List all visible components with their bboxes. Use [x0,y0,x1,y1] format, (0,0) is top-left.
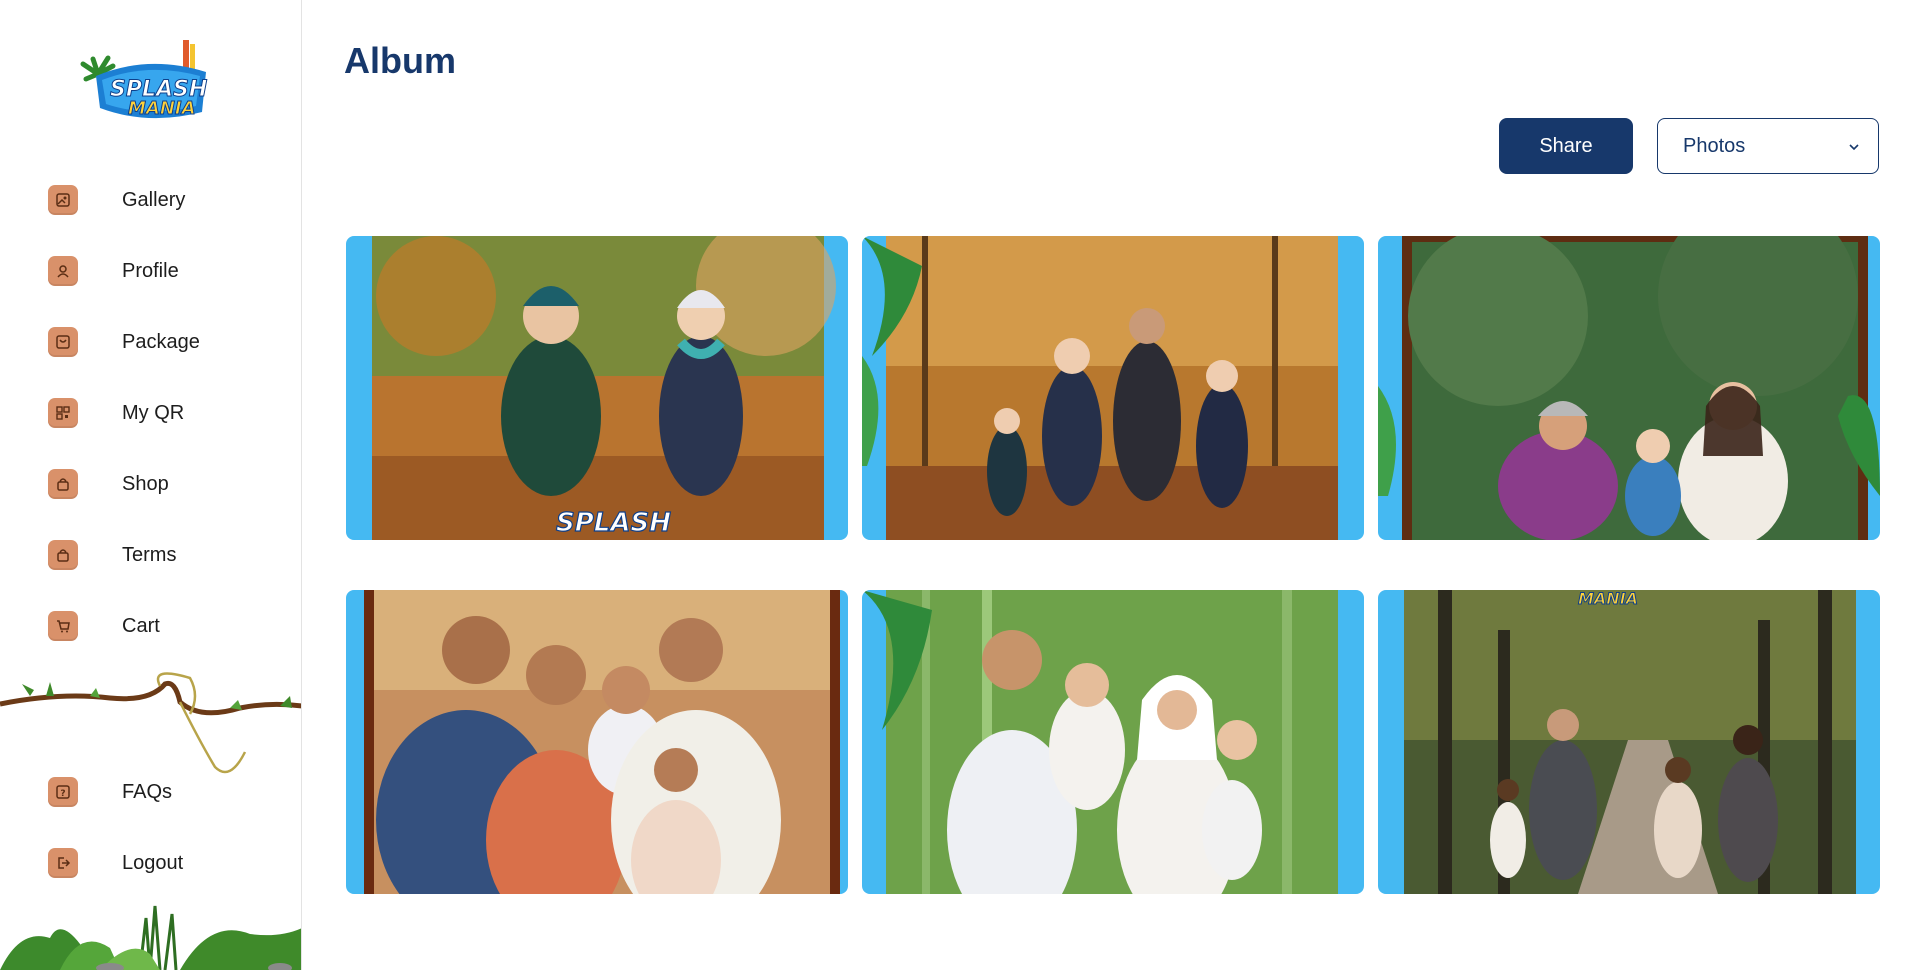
sidebar-item-label: Shop [122,472,169,495]
main-content: Album Share Photos SPLASH MANIA [302,0,1920,970]
photo-image: MANIA [1378,590,1880,894]
chevron-down-icon [1849,144,1859,151]
qr-icon [48,398,78,428]
album-photo-1[interactable]: SPLASH [346,236,848,540]
svg-text:?: ? [60,789,65,799]
terms-icon [48,540,78,570]
sidebar-item-label: Package [122,330,200,353]
sidebar-item-label: My QR [122,401,185,424]
select-value: Photos [1683,134,1746,157]
svg-text:MANIA: MANIA [1578,590,1638,608]
media-type-select[interactable]: Photos [1657,118,1879,174]
sidebar-item-label: Profile [122,259,179,282]
sidebar-item-shop[interactable]: Shop [48,462,278,506]
album-photo-4[interactable] [346,590,848,894]
sidebar-item-profile[interactable]: Profile [48,249,278,293]
jungle-vine-decoration [0,672,301,774]
svg-text:MANIA: MANIA [128,98,196,119]
sidebar-item-label: FAQs [122,780,173,803]
sidebar-item-logout[interactable]: Logout [48,841,278,885]
profile-icon [48,256,78,286]
sidebar-item-label: Cart [122,614,160,637]
sidebar-item-package[interactable]: Package [48,320,278,364]
jungle-grass-decoration [0,905,301,970]
sidebar-item-cart[interactable]: Cart [48,604,278,648]
photo-image: SPLASH [346,236,848,540]
sidebar: SPLASH MANIA Gallery Profile Package My … [0,0,302,970]
cart-icon [48,611,78,641]
shop-icon [48,469,78,499]
album-photo-2[interactable] [862,236,1364,540]
gallery-icon [48,185,78,215]
sidebar-item-label: Logout [122,851,184,874]
logout-icon [48,848,78,878]
app-root: SPLASH MANIA Gallery Profile Package My … [0,0,1920,970]
photo-image [1378,236,1880,540]
album-photo-3[interactable] [1378,236,1880,540]
sidebar-item-my-qr[interactable]: My QR [48,391,278,435]
sidebar-item-gallery[interactable]: Gallery [48,178,278,222]
page-title: Album [344,40,456,81]
photo-image [862,590,1364,894]
photo-image [346,590,848,894]
sidebar-item-label: Gallery [122,188,186,211]
splash-mania-logo[interactable]: SPLASH MANIA [78,34,223,124]
package-icon [48,327,78,357]
album-photo-6[interactable]: MANIA [1378,590,1880,894]
album-photo-5[interactable] [862,590,1364,894]
photo-image [862,236,1364,540]
share-button[interactable]: Share [1499,118,1633,174]
sidebar-item-label: Terms [122,543,177,566]
svg-text:SPLASH: SPLASH [556,508,671,538]
sidebar-item-terms[interactable]: Terms [48,533,278,577]
